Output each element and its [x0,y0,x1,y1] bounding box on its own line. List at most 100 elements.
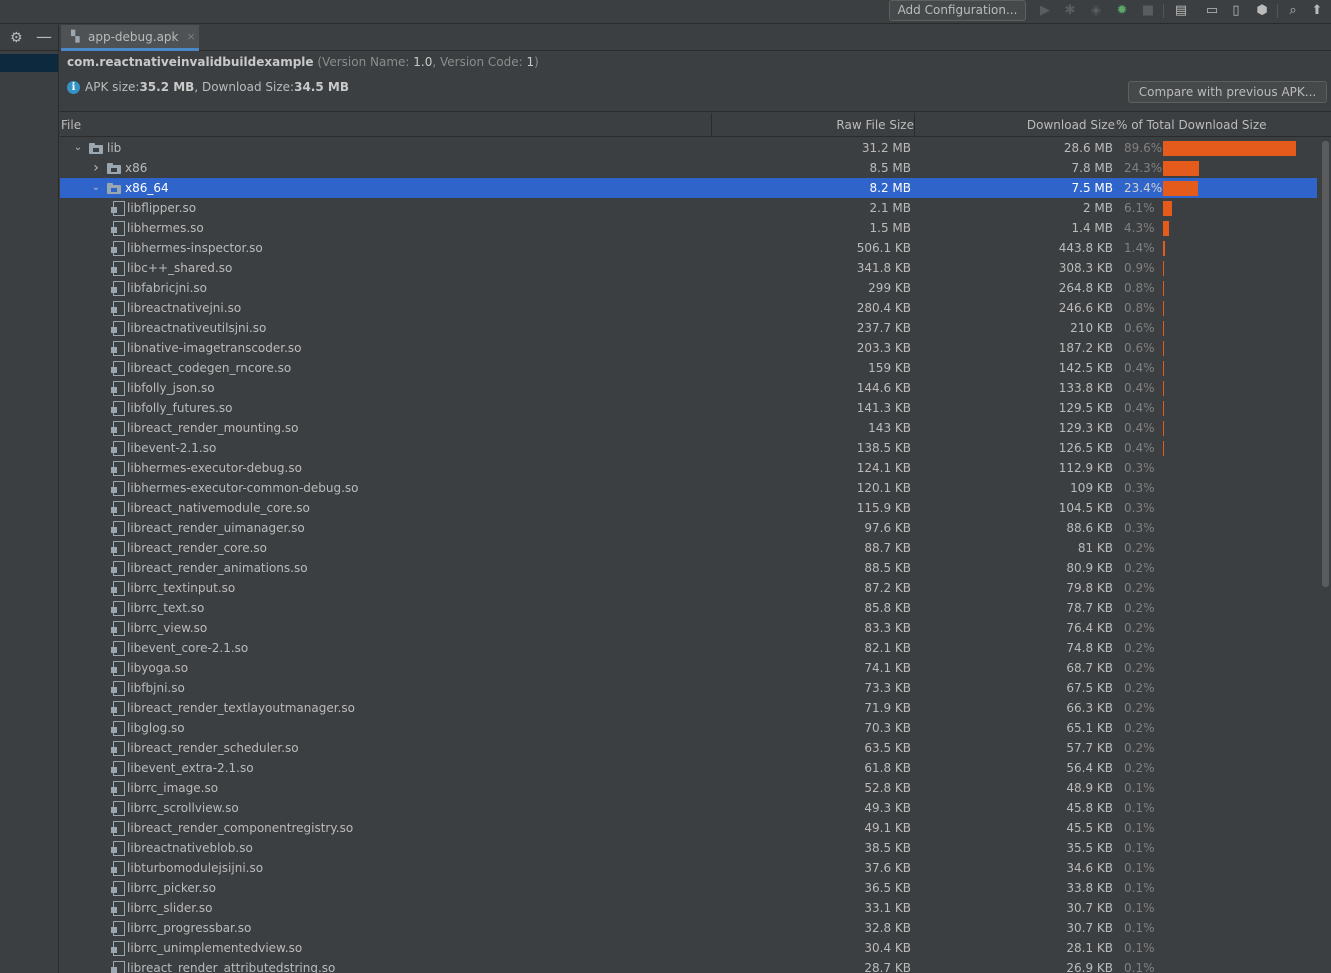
table-row[interactable]: libreact_render_textlayoutmanager.so 71.9… [60,698,1317,718]
table-row[interactable]: libevent_extra-2.1.so 61.8 KB 56.4 KB 0.2% [60,758,1317,778]
native-library-file-icon [111,961,125,973]
percent-cell: 0.2% [1124,661,1155,675]
column-header-file[interactable]: File [61,113,81,137]
table-row[interactable]: librrc_image.so 52.8 KB 48.9 KB 0.1% [60,778,1317,798]
compare-with-previous-apk-button[interactable]: Compare with previous APK... [1128,81,1327,103]
table-row[interactable]: librrc_text.so 85.8 KB 78.7 KB 0.2% [60,598,1317,618]
size-bar [1163,201,1172,216]
table-row[interactable]: libreact_render_uimanager.so 97.6 KB 88.6 … [60,518,1317,538]
table-row[interactable]: librrc_slider.so 33.1 KB 30.7 KB 0.1% [60,898,1317,918]
gear-icon[interactable]: ⚙ [10,30,23,46]
native-library-file-icon [111,701,125,716]
table-row[interactable]: libreact_render_attributedstring.so 28.7 … [60,958,1317,973]
search-icon[interactable]: ⌕ [1285,3,1301,19]
table-row[interactable]: libhermes.so 1.5 MB 1.4 MB 4.3% [60,218,1317,238]
size-bar [1163,301,1164,316]
percent-cell: 0.1% [1124,821,1155,835]
close-icon[interactable]: × [187,30,196,43]
table-row[interactable]: › x86 8.5 MB 7.8 MB 24.3% [60,158,1317,178]
percent-cell: 0.1% [1124,841,1155,855]
hide-icon[interactable]: — [36,27,52,46]
profile-icon[interactable]: ✹ [1114,3,1130,19]
updates-icon[interactable]: ⬆ [1309,3,1325,19]
chevron-down-icon[interactable]: ⌄ [71,138,85,158]
native-library-file-icon [111,801,125,816]
native-library-file-icon [111,661,125,676]
table-row[interactable]: ⌄ x86_64 8.2 MB 7.5 MB 23.4% [60,178,1317,198]
table-row[interactable]: libfolly_json.so 144.6 KB 133.8 KB 0.4% [60,378,1317,398]
table-row[interactable]: librrc_view.so 83.3 KB 76.4 KB 0.2% [60,618,1317,638]
table-row[interactable]: libfolly_futures.so 141.3 KB 129.5 KB 0.4% [60,398,1317,418]
table-row[interactable]: libreactnativeblob.so 38.5 KB 35.5 KB 0.1% [60,838,1317,858]
table-row[interactable]: libreact_render_animations.so 88.5 KB 80.9… [60,558,1317,578]
table-row[interactable]: libturbomodulejsijni.so 37.6 KB 34.6 KB 0.1… [60,858,1317,878]
coverage-icon[interactable]: ◈ [1088,3,1104,19]
native-library-file-icon [111,921,125,936]
file-name: libreact_render_textlayoutmanager.so [127,701,355,715]
raw-size-cell: 82.1 KB [864,641,911,655]
tab-app-debug-apk[interactable]: ▚ app-debug.apk × [61,25,199,51]
table-row[interactable]: librrc_progressbar.so 32.8 KB 30.7 KB 0.1% [60,918,1317,938]
download-size-cell: 210 KB [1070,321,1113,335]
file-name: libreactnativeutilsjni.so [127,321,267,335]
download-size-cell: 65.1 KB [1066,721,1113,735]
download-size-cell: 7.8 MB [1071,161,1113,175]
table-row[interactable]: libnative-imagetranscoder.so 203.3 KB 187.… [60,338,1317,358]
native-library-file-icon [111,421,125,436]
percent-cell: 0.1% [1124,781,1155,795]
table-row[interactable]: libreact_render_componentregistry.so 49.1… [60,818,1317,838]
table-row[interactable]: librrc_textinput.so 87.2 KB 79.8 KB 0.2% [60,578,1317,598]
add-configuration-button[interactable]: Add Configuration... [889,0,1026,21]
table-row[interactable]: libglog.so 70.3 KB 65.1 KB 0.2% [60,718,1317,738]
column-header-raw-size[interactable]: Raw File Size [712,113,914,137]
vertical-scrollbar[interactable] [1322,141,1329,587]
stop-icon[interactable]: ■ [1140,3,1156,19]
device-manager-icon[interactable]: ▯ [1228,3,1244,19]
terminal-icon[interactable]: ▭ [1204,3,1220,19]
table-row[interactable]: libhermes-executor-common-debug.so 120.1 … [60,478,1317,498]
file-name: librrc_text.so [127,601,205,615]
debug-icon[interactable]: ✱ [1062,3,1078,19]
main-toolbar: Add Configuration... ▶ ✱ ◈ ✹ ■ ▤ ▭ ▯ ⬢ ⌕… [0,0,1331,24]
table-row[interactable]: libc++_shared.so 341.8 KB 308.3 KB 0.9% [60,258,1317,278]
percent-cell: 0.2% [1124,581,1155,595]
table-row[interactable]: libreactnativejni.so 280.4 KB 246.6 KB 0.8% [60,298,1317,318]
chevron-right-icon[interactable]: › [89,158,103,178]
sdk-manager-icon[interactable]: ⬢ [1254,3,1270,19]
table-row[interactable]: librrc_scrollview.so 49.3 KB 45.8 KB 0.1% [60,798,1317,818]
table-row[interactable]: libreact_render_scheduler.so 63.5 KB 57.7 … [60,738,1317,758]
column-header-download-size[interactable]: Download Size [915,113,1115,137]
table-row[interactable]: librrc_unimplementedview.so 30.4 KB 28.1 K… [60,938,1317,958]
file-cell: libhermes-inspector.so [107,238,263,258]
native-library-file-icon [111,621,125,636]
table-row[interactable]: librrc_picker.so 36.5 KB 33.8 KB 0.1% [60,878,1317,898]
native-library-file-icon [111,521,125,536]
download-size-cell: 28.6 MB [1063,141,1113,155]
table-row[interactable]: libreact_nativemodule_core.so 115.9 KB 104… [60,498,1317,518]
project-selection[interactable] [0,54,58,72]
percent-cell: 0.3% [1124,461,1155,475]
table-row[interactable]: libflipper.so 2.1 MB 2 MB 6.1% [60,198,1317,218]
info-icon: i [67,80,80,94]
table-row[interactable]: libreact_render_mounting.so 143 KB 129.3 K… [60,418,1317,438]
table-row[interactable]: libhermes-inspector.so 506.1 KB 443.8 KB 1.… [60,238,1317,258]
table-row[interactable]: libhermes-executor-debug.so 124.1 KB 112.9… [60,458,1317,478]
chevron-down-icon[interactable]: ⌄ [89,178,103,198]
raw-size-cell: 237.7 KB [856,321,911,335]
table-row[interactable]: libfbjni.so 73.3 KB 67.5 KB 0.2% [60,678,1317,698]
native-library-file-icon [111,761,125,776]
folder-icon [107,162,121,174]
table-row[interactable]: libevent_core-2.1.so 82.1 KB 74.8 KB 0.2% [60,638,1317,658]
table-row[interactable]: libreactnativeutilsjni.so 237.7 KB 210 KB 0… [60,318,1317,338]
column-header-percent[interactable]: % of Total Download Size [1116,113,1267,137]
table-row[interactable]: libreact_render_core.so 88.7 KB 81 KB 0.2% [60,538,1317,558]
table-row[interactable]: libevent-2.1.so 138.5 KB 126.5 KB 0.4% [60,438,1317,458]
raw-size-cell: 33.1 KB [864,901,911,915]
table-row[interactable]: libfabricjni.so 299 KB 264.8 KB 0.8% [60,278,1317,298]
run-icon[interactable]: ▶ [1037,3,1053,19]
table-row[interactable]: libyoga.so 74.1 KB 68.7 KB 0.2% [60,658,1317,678]
table-row[interactable]: libreact_codegen_rncore.so 159 KB 142.5 KB… [60,358,1317,378]
table-row[interactable]: ⌄ lib 31.2 MB 28.6 MB 89.6% [60,138,1317,158]
project-structure-icon[interactable]: ▤ [1173,3,1189,19]
size-bar [1163,421,1164,436]
